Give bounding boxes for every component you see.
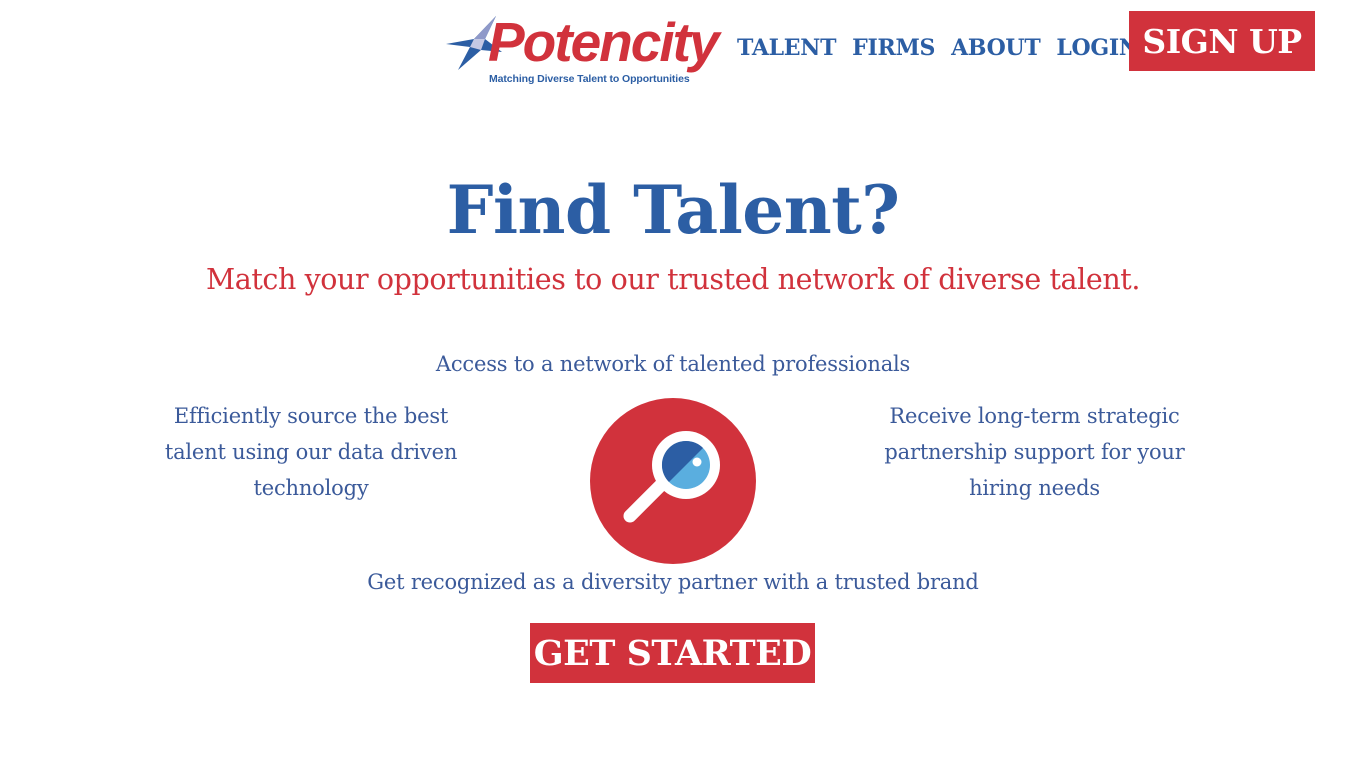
nav-link-login[interactable]: LOGIN — [1056, 35, 1139, 61]
page-subtitle: Match your opportunities to our trusted … — [205, 263, 1140, 296]
page-title: Find Talent? — [446, 171, 900, 249]
nav-link-firms[interactable]: FIRMS — [852, 35, 935, 61]
potencity-logo[interactable]: Potencity Matching Diverse Talent to Opp… — [444, 12, 720, 90]
nav-link-talent[interactable]: TALENT — [737, 35, 836, 61]
feature-data-driven-sourcing: Efficiently source the best talent using… — [164, 404, 458, 500]
sign-up-button[interactable]: SIGN UP — [1129, 11, 1315, 71]
feature-network-access: Access to a network of talented professi… — [435, 352, 911, 376]
magnifying-glass-icon — [590, 398, 756, 564]
get-started-button[interactable]: GET STARTED — [530, 623, 815, 683]
logo-tagline: Matching Diverse Talent to Opportunities — [489, 73, 690, 85]
main-nav: TALENT FIRMS ABOUT LOGIN — [737, 30, 1155, 66]
nav-link-about[interactable]: ABOUT — [951, 35, 1041, 61]
feature-partnership-support: Receive long-term strategic partnership … — [884, 404, 1185, 500]
logo-wordmark: Potencity — [488, 11, 720, 73]
feature-diversity-recognition: Get recognized as a diversity partner wi… — [367, 570, 979, 594]
